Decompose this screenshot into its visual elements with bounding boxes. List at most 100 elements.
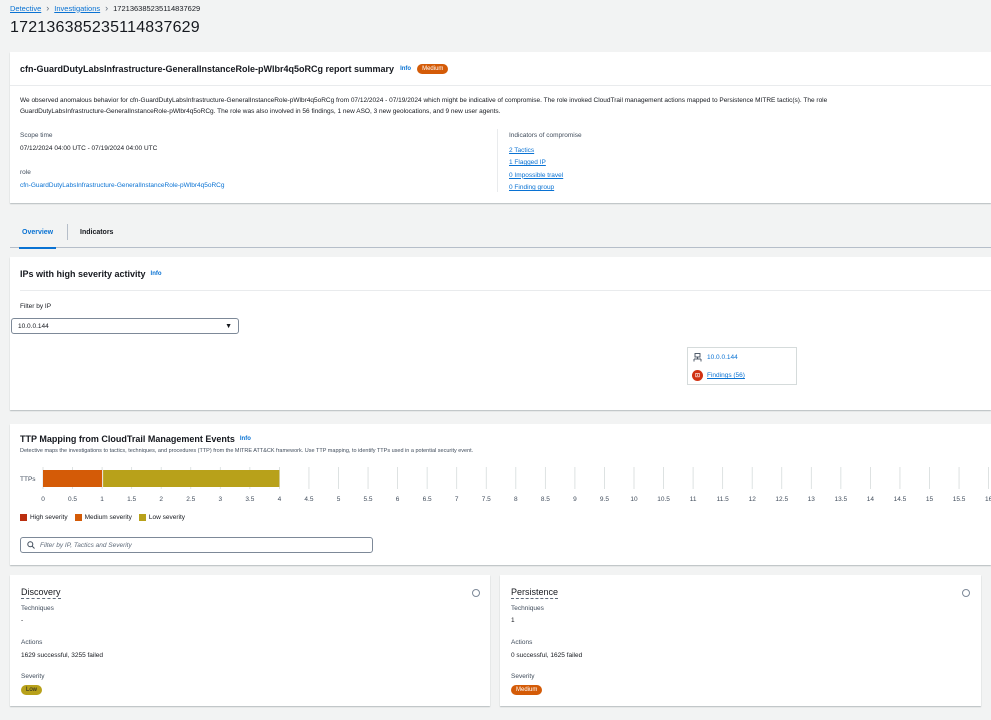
x-tick-label: 2 bbox=[159, 496, 163, 503]
legend-label: Medium severity bbox=[84, 514, 132, 522]
chevron-right-icon: › bbox=[46, 3, 50, 13]
x-tick-label: 11.5 bbox=[717, 496, 730, 503]
tab-divider bbox=[67, 224, 68, 240]
ip-filter-select[interactable]: 10.0.0.144 ▼ bbox=[11, 318, 239, 334]
tactic-card-discovery[interactable]: Discovery Techniques - Actions 1629 succ… bbox=[10, 575, 490, 706]
info-link[interactable]: Info bbox=[240, 436, 251, 442]
role-link[interactable]: cfn-GuardDutyLabsInfrastructure-GeneralI… bbox=[20, 182, 224, 189]
techniques-value: - bbox=[21, 617, 24, 624]
x-tick-label: 15.5 bbox=[953, 496, 966, 503]
tactic-name[interactable]: Discovery bbox=[21, 587, 61, 599]
chevron-right-icon: › bbox=[105, 3, 109, 13]
x-tick-label: 12 bbox=[749, 496, 757, 503]
ttp-description: Detective maps the investigations to tac… bbox=[20, 448, 474, 454]
x-tick-label: 8 bbox=[514, 496, 518, 503]
severity-badge-wrap: Medium bbox=[511, 684, 543, 695]
tab-overview[interactable]: Overview bbox=[18, 216, 57, 249]
severity-label: Severity bbox=[511, 673, 535, 680]
ip-node-link[interactable]: 10.0.0.144 bbox=[707, 354, 738, 361]
x-tick-label: 14.5 bbox=[894, 496, 907, 503]
techniques-value: 1 bbox=[511, 617, 515, 624]
techniques-label: Techniques bbox=[511, 605, 544, 612]
y-category-label: TTPs bbox=[20, 476, 36, 483]
x-tick-label: 5 bbox=[337, 496, 341, 503]
severity-badge-wrap: Low bbox=[21, 684, 43, 695]
ioc-tactics-link[interactable]: 2 Tactics bbox=[509, 145, 563, 157]
severity-label: Severity bbox=[21, 673, 45, 680]
bar-segment-medium-severity[interactable] bbox=[43, 470, 103, 487]
breadcrumb-investigations[interactable]: Investigations bbox=[54, 4, 100, 13]
ioc-label: Indicators of compromise bbox=[509, 132, 582, 139]
legend-label: High severity bbox=[30, 514, 68, 522]
legend-item-medium: Medium severity bbox=[74, 514, 132, 522]
x-tick-label: 10.5 bbox=[657, 496, 670, 503]
network-node-icon bbox=[693, 353, 702, 362]
x-tick-label: 10 bbox=[630, 496, 638, 503]
x-tick-label: 13 bbox=[808, 496, 816, 503]
legend-swatch bbox=[74, 514, 82, 521]
ioc-flagged-ip-link[interactable]: 1 Flagged IP bbox=[509, 157, 563, 169]
x-tick-label: 3 bbox=[218, 496, 222, 503]
info-link[interactable]: Info bbox=[400, 66, 411, 72]
x-tick-label: 13.5 bbox=[835, 496, 848, 503]
actions-value: 1629 successful, 3255 failed bbox=[21, 652, 104, 659]
tab-bar: Overview Indicators bbox=[10, 216, 991, 249]
tactic-card-persistence[interactable]: Persistence Techniques 1 Actions 0 succe… bbox=[500, 575, 981, 706]
filter-by-ip-label: Filter by IP bbox=[20, 303, 52, 310]
x-tick-label: 1 bbox=[100, 496, 104, 503]
search-icon bbox=[27, 541, 35, 549]
x-tick-label: 1.5 bbox=[127, 496, 136, 503]
breadcrumb: Detective › Investigations › 17213638523… bbox=[10, 3, 200, 13]
severity-badge: Medium bbox=[417, 63, 449, 74]
summary-description-line: GuardDutyLabsInfrastructure-GeneralInsta… bbox=[20, 108, 501, 115]
x-tick-label: 15 bbox=[926, 496, 934, 503]
tactic-name[interactable]: Persistence bbox=[511, 587, 559, 599]
legend-swatch bbox=[138, 514, 146, 521]
radio-button[interactable] bbox=[962, 589, 970, 597]
ttp-search-input[interactable]: Filter by IP, Tactics and Severity bbox=[20, 537, 373, 553]
bar-segment-low-severity[interactable] bbox=[103, 470, 280, 487]
x-tick-label: 9.5 bbox=[600, 496, 609, 503]
legend-item-high: High severity bbox=[20, 514, 68, 521]
x-tick-label: 11 bbox=[690, 496, 697, 503]
findings-row: ⊡ Findings (56) bbox=[692, 370, 745, 381]
x-tick-label: 0 bbox=[41, 496, 45, 503]
severity-badge: Medium bbox=[511, 685, 543, 695]
info-link[interactable]: Info bbox=[151, 271, 162, 277]
report-summary-title: cfn-GuardDutyLabsInfrastructure-GeneralI… bbox=[20, 63, 395, 74]
report-summary-header: cfn-GuardDutyLabsInfrastructure-GeneralI… bbox=[10, 52, 991, 86]
role-label: role bbox=[20, 169, 31, 176]
ips-title: IPs with high severity activity bbox=[20, 268, 146, 279]
x-tick-label: 0.5 bbox=[68, 496, 77, 503]
breadcrumb-detective[interactable]: Detective bbox=[10, 4, 41, 13]
x-tick-label: 6.5 bbox=[423, 496, 432, 503]
actions-label: Actions bbox=[21, 639, 43, 646]
ioc-impossible-travel-link[interactable]: 0 Impossible travel bbox=[509, 170, 563, 182]
radio-button[interactable] bbox=[472, 589, 480, 597]
page-title: 172136385235114837629 bbox=[10, 19, 200, 36]
search-placeholder: Filter by IP, Tactics and Severity bbox=[40, 541, 132, 549]
tab-indicators[interactable]: Indicators bbox=[80, 216, 113, 248]
x-tick-label: 5.5 bbox=[364, 496, 373, 503]
findings-link[interactable]: Findings (56) bbox=[707, 372, 745, 379]
ip-node-row: 10.0.0.144 bbox=[693, 353, 738, 362]
x-tick-label: 14 bbox=[867, 496, 875, 503]
x-tick-label: 4 bbox=[278, 496, 282, 503]
ioc-finding-group-link[interactable]: 0 Finding group bbox=[509, 182, 563, 194]
ip-node-card: 10.0.0.144 ⊡ Findings (56) bbox=[687, 347, 797, 385]
x-tick-label: 3.5 bbox=[245, 496, 254, 503]
legend-item-low: Low severity bbox=[138, 514, 186, 522]
summary-description-line: We observed anomalous behavior for cfn-G… bbox=[20, 97, 828, 104]
x-tick-label: 4.5 bbox=[304, 496, 313, 503]
ttp-header: TTP Mapping from CloudTrail Management E… bbox=[20, 434, 251, 444]
report-summary-panel: cfn-GuardDutyLabsInfrastructure-GeneralI… bbox=[10, 52, 991, 203]
ioc-links: 2 Tactics 1 Flagged IP 0 Impossible trav… bbox=[509, 145, 563, 194]
divider bbox=[497, 129, 498, 192]
legend-label: Low severity bbox=[148, 514, 186, 522]
legend-swatch bbox=[20, 514, 27, 521]
x-tick-label: 8.5 bbox=[541, 496, 550, 503]
x-tick-label: 7 bbox=[455, 496, 459, 503]
severity-badge: Low bbox=[21, 685, 43, 695]
scope-time-value: 07/12/2024 04:00 UTC - 07/19/2024 04:00 … bbox=[20, 145, 158, 152]
breadcrumb-current: 172136385235114837629 bbox=[113, 3, 201, 13]
